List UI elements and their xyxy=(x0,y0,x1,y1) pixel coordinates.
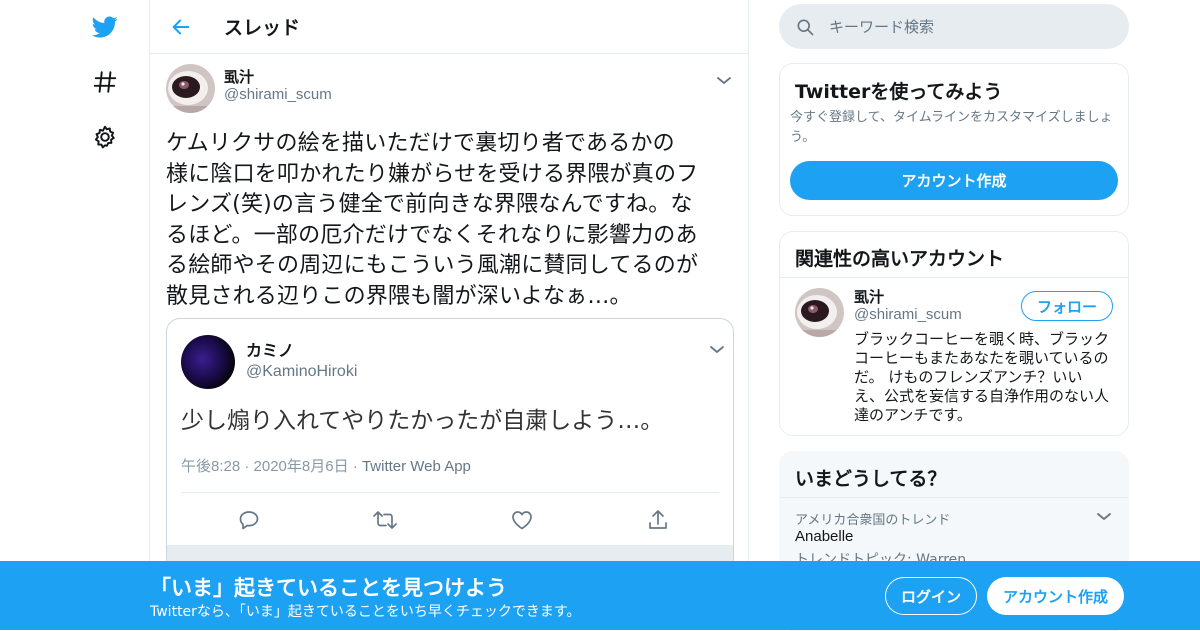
bio-line: 達のアンチです。 xyxy=(854,406,972,424)
gear-icon[interactable] xyxy=(88,120,122,154)
user-bio: ブラックコーヒーを覗く時、ブラック コーヒーもまたあなたを覗いているの だ。 け… xyxy=(854,330,1109,425)
related-accounts-card: 関連性の高いアカウント 虱汁 @shirami_scum フォロー ブラックコー… xyxy=(779,231,1129,436)
search-placeholder: キーワード検索 xyxy=(829,18,935,36)
banner-subtext: Twitterなら、「いま」起きていることをいち早くチェックできます。 xyxy=(150,604,581,620)
trend-name[interactable]: Anabelle xyxy=(795,528,853,545)
tweet-text-line: 散見される辺りこの界隈も闇が深いよなぁ…。 xyxy=(166,283,632,309)
source-link[interactable]: Twitter Web App xyxy=(362,458,471,475)
user-handle: @shirami_scum xyxy=(854,306,962,323)
card-description: 今すぐ登録して、タイムラインをカスタマイズしましょ う。 xyxy=(790,108,1113,148)
tweet-text-line: るほど。一部の厄介だけでなくそれなりに影響力のあ xyxy=(166,222,698,248)
reply-icon[interactable] xyxy=(236,507,262,533)
create-account-button[interactable]: アカウント作成 xyxy=(790,161,1118,200)
display-name: 虱汁 xyxy=(854,288,885,306)
login-banner: 「いま」起きていることを見つけよう Twitterなら、「いま」起きていることを… xyxy=(0,561,1200,630)
user-handle: @shirami_scum xyxy=(224,86,332,103)
quoted-tweet-author[interactable]: カミノ @KaminoHiroki xyxy=(246,341,357,383)
card-title: いまどうしてる？ xyxy=(795,468,947,490)
thread-header: スレッド xyxy=(150,0,748,54)
banner-headline: 「いま」起きていることを見つけよう xyxy=(150,576,507,600)
meta-separator: · xyxy=(348,458,362,475)
chevron-down-icon[interactable] xyxy=(714,70,734,90)
divider xyxy=(780,277,1128,278)
tweet-author[interactable]: 虱汁 @shirami_scum xyxy=(224,68,332,104)
follow-button[interactable]: フォロー xyxy=(1021,291,1113,321)
avatar[interactable] xyxy=(181,335,235,389)
login-button[interactable]: ログイン xyxy=(885,577,977,615)
retweet-icon[interactable] xyxy=(372,507,398,533)
timestamp[interactable]: 午後8:28 · 2020年8月6日 xyxy=(181,458,349,475)
back-arrow-icon[interactable] xyxy=(166,12,196,42)
signup-button[interactable]: アカウント作成 xyxy=(987,577,1124,615)
avatar[interactable] xyxy=(166,64,215,113)
left-nav xyxy=(0,0,150,630)
search-input[interactable]: キーワード検索 xyxy=(779,4,1129,49)
quoted-tweet-text: 少し煽り入れてやりたかったが自粛しよう…。 xyxy=(181,408,664,434)
trend-context: アメリカ合衆国のトレンド xyxy=(795,513,951,528)
hashtag-icon[interactable] xyxy=(88,65,122,99)
bio-line: ブラックコーヒーを覗く時、ブラック xyxy=(854,330,1110,348)
like-icon[interactable] xyxy=(509,507,535,533)
tweet-text-line: レンズ(笑)の言う健全で前向きな界隈なんですね。な xyxy=(166,192,693,217)
signup-card: Twitterを使ってみよう 今すぐ登録して、タイムラインをカスタマイズしましょ… xyxy=(779,63,1129,216)
user-handle: @KaminoHiroki xyxy=(246,363,358,380)
bio-line: だ。 けものフレンズアンチ？いい xyxy=(854,368,1083,386)
bio-line: コーヒーもまたあなたを覗いているの xyxy=(854,349,1109,367)
avatar[interactable] xyxy=(795,288,844,337)
tweet-text-line: ケムリクサの絵を描いただけで裏切り者であるかの xyxy=(166,131,675,156)
account-name-block[interactable]: 虱汁 @shirami_scum xyxy=(854,288,962,324)
main-column: スレッド 虱汁 @shirami_scum ケムリクサの絵を描いただけで裏切り者… xyxy=(149,0,749,630)
card-title: 関連性の高いアカウント xyxy=(795,248,1005,270)
tweet-meta: 午後8:28 · 2020年8月6日 · Twitter Web App xyxy=(181,455,471,476)
bio-line: え、公式を妄信する自浄作用のない人 xyxy=(854,387,1110,405)
card-description-line: 今すぐ登録して、タイムラインをカスタマイズしましょ xyxy=(790,110,1113,125)
chevron-down-icon[interactable] xyxy=(707,339,727,359)
tweet-text: ケムリクサの絵を描いただけで裏切り者であるかの 様に陰口を叩かれたり嫌がらせを受… xyxy=(166,129,738,312)
card-title: Twitterを使ってみよう xyxy=(795,81,1003,103)
tweet-text-line: 様に陰口を叩かれたり嫌がらせを受ける界隈が真のフ xyxy=(166,161,699,187)
share-icon[interactable] xyxy=(645,507,671,533)
search-icon xyxy=(795,17,815,37)
page-title: スレッド xyxy=(224,17,301,39)
display-name: カミノ xyxy=(246,341,295,360)
divider xyxy=(181,492,719,493)
chevron-down-icon[interactable] xyxy=(1094,506,1114,526)
main-tweet: 虱汁 @shirami_scum ケムリクサの絵を描いただけで裏切り者であるかの… xyxy=(150,54,748,312)
display-name: 虱汁 xyxy=(224,68,255,86)
tweet-text-line: る絵師やその周辺にもこういう風潮に賛同してるのが xyxy=(166,253,699,278)
card-description-line: う。 xyxy=(790,130,816,145)
divider xyxy=(780,497,1128,498)
twitter-bird-icon[interactable] xyxy=(88,10,122,44)
